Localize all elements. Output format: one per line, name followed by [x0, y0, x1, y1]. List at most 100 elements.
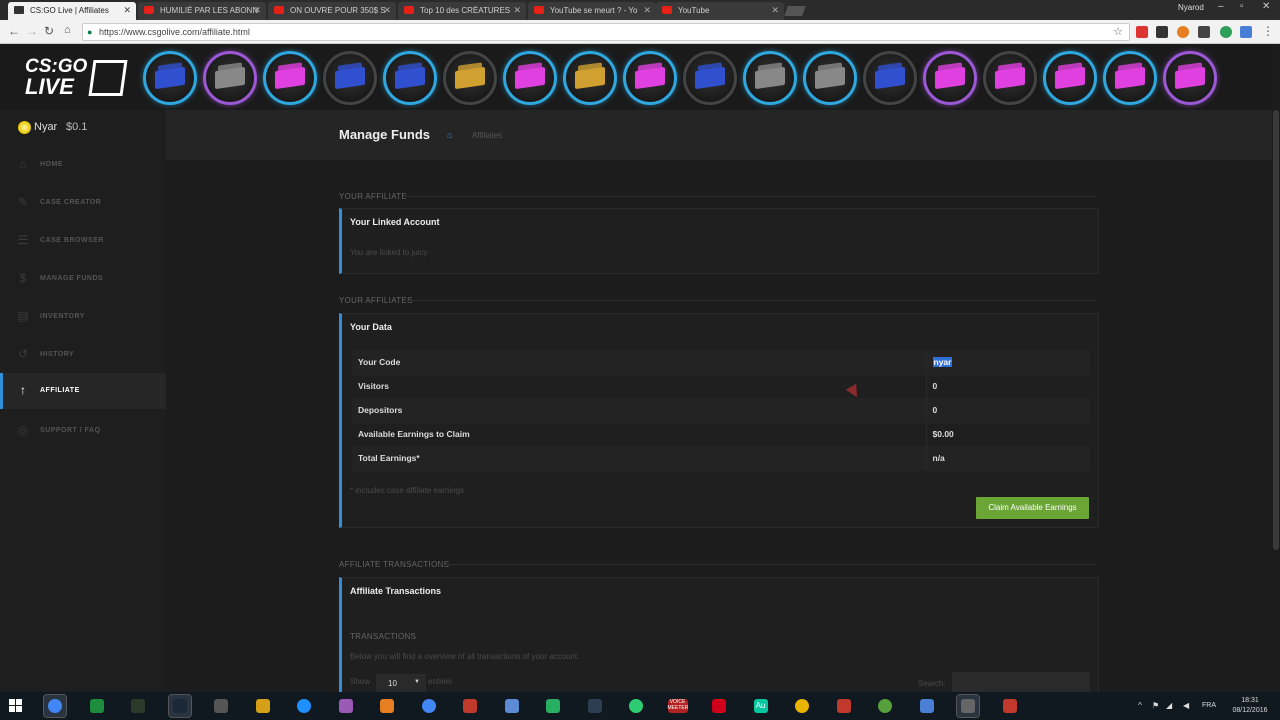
- language-indicator[interactable]: FRA: [1202, 702, 1216, 709]
- affiliate-code[interactable]: nyar: [932, 356, 953, 367]
- taskbar-docs-icon[interactable]: [916, 695, 938, 717]
- case-item[interactable]: [143, 51, 197, 105]
- case-item[interactable]: [1043, 51, 1097, 105]
- tab-csgolive-affiliates[interactable]: CS:GO Live | Affiliates ✕: [8, 2, 136, 20]
- volume-icon[interactable]: ◀: [1183, 701, 1189, 710]
- flag-icon[interactable]: ⚑: [1152, 701, 1159, 710]
- tab-youtube-1[interactable]: HUMILIÉ PAR LES ABONN ✕: [138, 2, 266, 20]
- sidebar-item-case-browser[interactable]: ☰ CASE BROWSER: [0, 223, 166, 259]
- reload-icon[interactable]: ↻: [44, 24, 54, 38]
- extension-icon[interactable]: [1198, 26, 1210, 38]
- footnote: * includes case affiliate earnings: [350, 486, 465, 495]
- taskbar-display-icon[interactable]: [956, 694, 980, 718]
- case-item[interactable]: [683, 51, 737, 105]
- abp-extension-icon[interactable]: [1136, 26, 1148, 38]
- extension-icon[interactable]: [1240, 26, 1252, 38]
- taskbar-gta-icon[interactable]: [127, 695, 149, 717]
- tab-youtube-2[interactable]: ON OUVRE POUR 350$ S ✕: [268, 2, 396, 20]
- close-icon[interactable]: ✕: [513, 5, 521, 16]
- taskbar-edge-icon[interactable]: [293, 695, 315, 717]
- maximize-icon[interactable]: ▫: [1240, 1, 1244, 12]
- close-icon[interactable]: ✕: [383, 5, 391, 16]
- close-icon[interactable]: ✕: [253, 5, 261, 16]
- minimize-icon[interactable]: –: [1218, 1, 1224, 12]
- case-item[interactable]: [323, 51, 377, 105]
- taskbar-xbox-icon[interactable]: [625, 695, 647, 717]
- case-item[interactable]: [1163, 51, 1217, 105]
- case-item[interactable]: [863, 51, 917, 105]
- taskbar-audition-icon[interactable]: Au: [750, 695, 772, 717]
- page-header: Manage Funds ⌂ Affiliates: [166, 110, 1272, 160]
- case-item[interactable]: [563, 51, 617, 105]
- taskbar-witcher-icon[interactable]: [210, 695, 232, 717]
- bookmark-star-icon[interactable]: ☆: [1113, 25, 1123, 38]
- new-tab-button[interactable]: [784, 6, 806, 16]
- tab-title: ON OUVRE POUR 350$ S: [290, 6, 386, 15]
- case-item[interactable]: [203, 51, 257, 105]
- main-content: Manage Funds ⌂ Affiliates YOUR AFFILIATE…: [166, 110, 1272, 702]
- taskbar-clock[interactable]: 18:31 08/12/2016: [1228, 696, 1272, 716]
- case-item[interactable]: [383, 51, 437, 105]
- menu-icon[interactable]: ⋮: [1262, 24, 1274, 38]
- case-item[interactable]: [923, 51, 977, 105]
- taskbar-mumble-icon[interactable]: [584, 695, 606, 717]
- tab-youtube-4[interactable]: YouTube se meurt ? - Yo ✕: [528, 2, 656, 20]
- case-item[interactable]: [263, 51, 317, 105]
- address-bar[interactable]: ● https://www.csgolive.com/affiliate.htm…: [82, 23, 1130, 41]
- sidebar-item-support[interactable]: ◎ SUPPORT / FAQ: [0, 413, 166, 449]
- extension-icon[interactable]: [1220, 26, 1232, 38]
- sidebar-item-case-creator[interactable]: ✎ CASE CREATOR: [0, 185, 166, 221]
- row-value[interactable]: nyar: [925, 350, 1090, 375]
- extension-icon[interactable]: [1156, 26, 1168, 38]
- close-window-icon[interactable]: ✕: [1262, 1, 1270, 12]
- case-item[interactable]: [443, 51, 497, 105]
- claim-earnings-button[interactable]: Claim Available Earnings: [976, 497, 1089, 519]
- taskbar-voicemeeter-icon[interactable]: VOICE MEETER: [667, 695, 689, 717]
- csgolive-logo[interactable]: CS:GO LIVE: [25, 57, 128, 99]
- tray-chevron-icon[interactable]: ^: [1138, 701, 1142, 710]
- taskbar-x-icon[interactable]: [833, 695, 855, 717]
- taskbar-star-icon[interactable]: [252, 695, 274, 717]
- taskbar-colors-icon[interactable]: [542, 695, 564, 717]
- sidebar-item-home[interactable]: ⌂ HOME: [0, 147, 166, 183]
- extension-icon[interactable]: [1177, 26, 1189, 38]
- taskbar-aa-icon[interactable]: [999, 695, 1021, 717]
- tab-youtube-3[interactable]: Top 10 des CRÉATURES ✕: [398, 2, 526, 20]
- case-item[interactable]: [803, 51, 857, 105]
- sidebar-item-inventory[interactable]: ▤ INVENTORY: [0, 299, 166, 335]
- forward-icon[interactable]: →: [26, 24, 38, 38]
- sidebar-item-manage-funds[interactable]: $ MANAGE FUNDS: [0, 261, 166, 297]
- entries-select[interactable]: 10 ▼: [376, 674, 426, 692]
- back-icon[interactable]: ←: [8, 24, 20, 38]
- scrollbar-thumb[interactable]: [1273, 110, 1279, 550]
- taskbar-creative-cloud-icon[interactable]: [708, 695, 730, 717]
- case-item[interactable]: [983, 51, 1037, 105]
- close-icon[interactable]: ✕: [123, 5, 131, 16]
- taskbar-steam-icon[interactable]: [167, 694, 192, 718]
- taskbar-notepad-icon[interactable]: [501, 695, 523, 717]
- network-icon[interactable]: ◢: [1166, 701, 1172, 710]
- breadcrumb[interactable]: Affiliates: [472, 131, 502, 140]
- sidebar-item-affiliate[interactable]: ↑ AFFILIATE: [0, 373, 166, 409]
- home-icon[interactable]: ⌂: [447, 130, 452, 140]
- taskbar-books-icon[interactable]: [376, 695, 398, 717]
- taskbar-lastpass-icon[interactable]: [459, 695, 481, 717]
- taskbar-excel-icon[interactable]: [86, 695, 108, 717]
- case-item[interactable]: [503, 51, 557, 105]
- taskbar-photo-icon[interactable]: [335, 695, 357, 717]
- windows-start-icon[interactable]: [9, 699, 23, 713]
- tab-youtube-5[interactable]: YouTube ✕: [656, 2, 784, 20]
- search-input[interactable]: [952, 672, 1090, 692]
- home-browser-icon[interactable]: ⌂: [64, 24, 71, 36]
- case-item[interactable]: [743, 51, 797, 105]
- case-item[interactable]: [623, 51, 677, 105]
- sidebar-item-history[interactable]: ↺ HISTORY: [0, 337, 166, 373]
- taskbar-obs-icon[interactable]: [791, 695, 813, 717]
- case-item[interactable]: [1103, 51, 1157, 105]
- close-icon[interactable]: ✕: [643, 5, 651, 16]
- taskbar-google-icon[interactable]: [418, 695, 440, 717]
- taskbar-utorrent-icon[interactable]: [874, 695, 896, 717]
- window-user-name[interactable]: Nyarod: [1178, 3, 1204, 12]
- close-icon[interactable]: ✕: [771, 5, 779, 16]
- taskbar-chrome-icon[interactable]: [43, 694, 67, 718]
